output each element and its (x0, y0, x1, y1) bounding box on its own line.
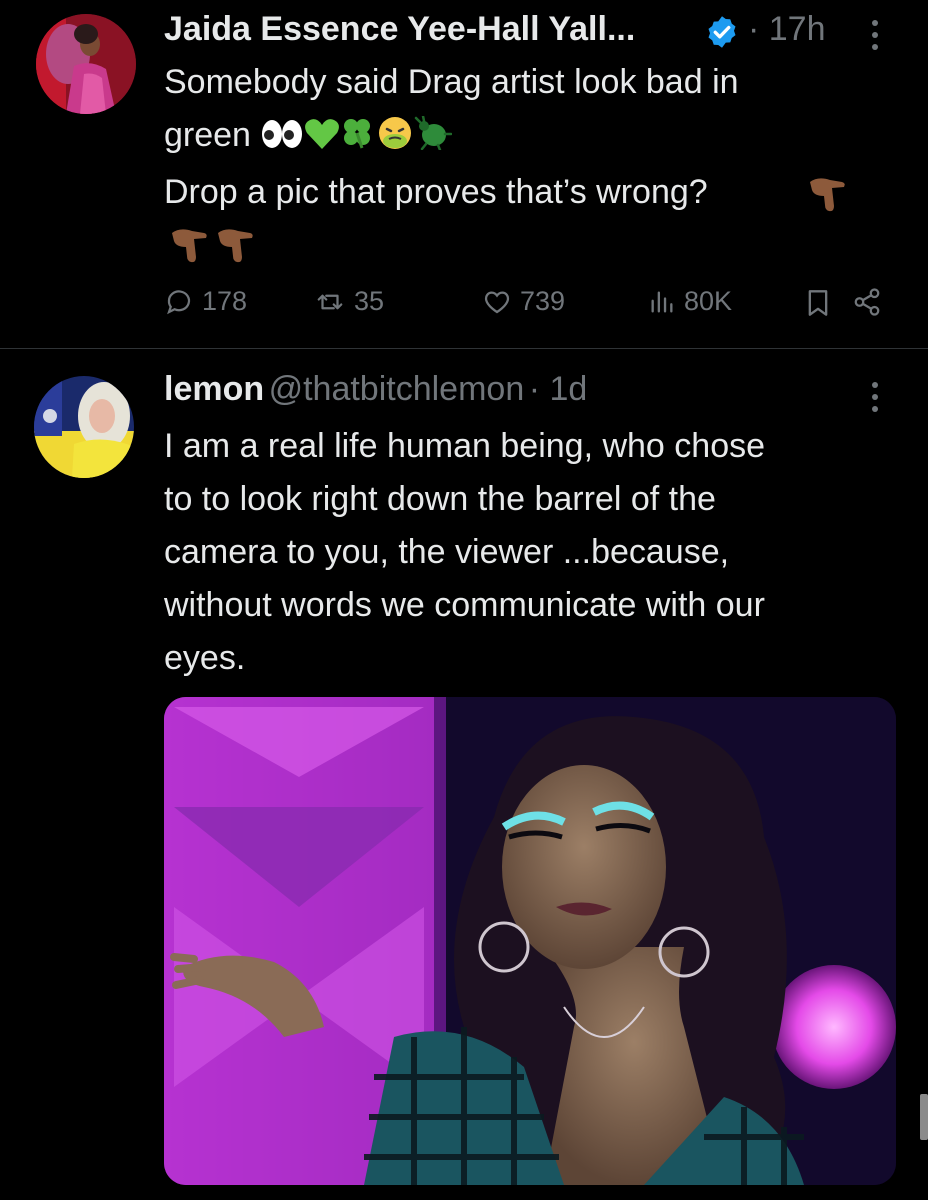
tweet2-text-line3: camera to you, the viewer ...because, (164, 533, 730, 571)
tweet2-text-line4: without words we communicate with our (164, 586, 765, 624)
reply-icon (167, 289, 191, 314)
bookmark-button[interactable] (806, 289, 830, 322)
views-button[interactable]: 80K (648, 286, 732, 317)
tweet1-text-line2: green (164, 109, 884, 166)
bookmark-icon (808, 290, 828, 316)
eyes-emoji-icon (260, 113, 304, 166)
retweet-button[interactable]: 35 (314, 286, 384, 317)
nauseated-face-emoji-icon (376, 113, 414, 166)
tweet2-display-name[interactable]: lemon (164, 370, 264, 408)
tweet1-text-line3: Drop a pic that proves that’s wrong? (164, 166, 884, 219)
avatar-lemon[interactable] (34, 376, 134, 478)
tweet1-text: Somebody said Drag artist look bad in gr… (164, 56, 884, 272)
tweet2-photo[interactable] (164, 697, 896, 1185)
tweet2-text-line1: I am a real life human being, who chose (164, 427, 766, 465)
tweet1-display-name[interactable]: Jaida Essence Yee-Hall Yall... (164, 10, 635, 49)
share-icon (854, 288, 880, 316)
four-leaf-clover-emoji-icon (340, 113, 376, 166)
share-button[interactable] (852, 287, 882, 322)
avatar-jaida[interactable] (36, 14, 136, 114)
tweet2-text-line2: to to look right down the barrel of the (164, 480, 716, 518)
beetle-emoji-icon (414, 113, 453, 166)
more-options-icon[interactable] (870, 20, 880, 50)
tweet1-text-line4 (164, 219, 884, 272)
more-options-icon[interactable] (870, 382, 880, 412)
views-icon (651, 291, 673, 312)
reply-count: 178 (202, 286, 248, 316)
heart-icon (484, 290, 510, 313)
verified-badge-icon (704, 14, 740, 50)
tweet2-text-line5: eyes. (164, 639, 246, 677)
tweet-divider (0, 348, 928, 349)
tweet2-handle[interactable]: @thatbitchlemon (269, 370, 525, 408)
tweet1-text-green: green (164, 116, 251, 154)
tweet2-header: lemon @thatbitchlemon · 1d (164, 370, 587, 409)
tweet2-text: I am a real life human being, who chose … (164, 420, 904, 685)
view-count: 80K (684, 286, 733, 316)
like-button[interactable]: 739 (482, 286, 565, 317)
pointing-down-emoji-icon (212, 225, 258, 281)
green-heart-emoji-icon (304, 113, 340, 166)
retweet-count: 35 (354, 286, 385, 316)
pointing-down-emoji-icon (166, 225, 212, 281)
like-count: 739 (520, 286, 566, 316)
tweet1-timestamp[interactable]: · 17h (748, 10, 826, 49)
retweet-icon (317, 294, 343, 309)
tweet1-text-line1: Somebody said Drag artist look bad in (164, 63, 739, 101)
reply-button[interactable]: 178 (164, 286, 247, 317)
tweet2-timestamp[interactable]: · 1d (529, 370, 588, 408)
scrollbar-thumb[interactable] (920, 1094, 928, 1140)
